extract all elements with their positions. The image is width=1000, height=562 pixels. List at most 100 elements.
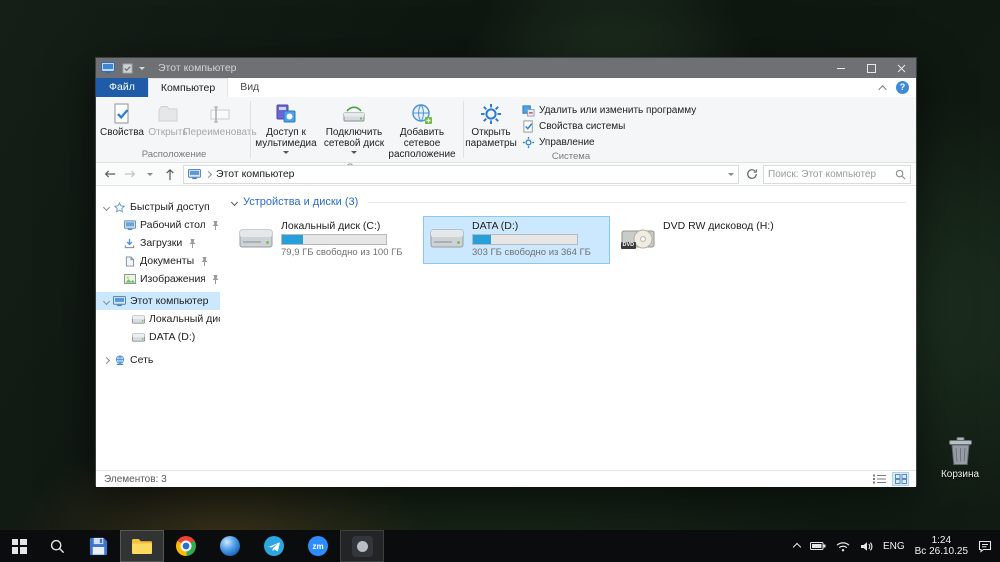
disk-d-label: DATA (D:) [149,331,196,343]
taskbar-app-floppy[interactable] [76,530,120,562]
refresh-icon[interactable] [743,165,761,183]
media-access-label: Доступ к мультимедиа [255,127,317,149]
pin-icon [211,274,220,285]
recent-locations-icon[interactable] [141,165,159,183]
ribbon-collapse-icon[interactable] [878,84,887,94]
manage-button[interactable]: Управление [519,136,699,149]
sidebar-item-documents[interactable]: Документы [96,252,220,270]
status-bar: Элементов: 3 [96,470,916,487]
pictures-icon [123,273,136,285]
clock-time: 1:24 [931,534,952,546]
sidebar-item-desktop[interactable]: Рабочий стол [96,216,220,234]
language-indicator[interactable]: ENG [883,541,905,552]
dvd-drive-icon: DVD [620,225,656,255]
open-settings-button[interactable]: Открыть параметры [465,100,517,151]
address-bar[interactable]: Этот компьютер [183,164,739,184]
ribbon-group-location: Свойства Открыть Переименовать Расположе… [99,97,257,162]
search-icon [895,169,906,180]
taskbar-app-zoom[interactable]: zm [296,530,340,562]
breadcrumb-path[interactable]: Этот компьютер [216,168,295,180]
forward-button[interactable] [121,165,139,183]
system-properties-button[interactable]: Свойства системы [519,120,699,133]
downloads-label: Загрузки [140,237,183,249]
properties-button[interactable]: Свойства [99,100,145,140]
volume-icon[interactable] [860,541,873,552]
action-center-icon[interactable] [978,540,992,553]
system-properties-icon [522,120,535,133]
devices-group-header[interactable]: Устройства и диски (3) [230,194,916,210]
tab-file[interactable]: Файл [96,78,148,97]
qat-properties-icon[interactable] [120,62,134,75]
chevron-down-icon[interactable] [102,297,111,305]
rename-label: Переименовать [183,127,257,138]
rename-button[interactable]: Переименовать [183,100,257,140]
drive-free-space: 303 ГБ свободно из 364 ГБ [472,247,591,258]
capacity-fill [473,235,491,244]
sidebar-item-quick-access[interactable]: Быстрый доступ [96,198,220,216]
floppy-icon [88,536,109,557]
system-properties-label: Свойства системы [539,121,626,132]
recycle-bin-label: Корзина [940,469,980,480]
up-button[interactable] [161,165,179,183]
taskbar-app-dark[interactable] [340,530,384,562]
back-button[interactable] [101,165,119,183]
group-collapse-icon[interactable] [230,198,239,206]
chevron-right-icon[interactable] [102,356,111,364]
disk-c-label: Локальный диск (C: [149,313,220,325]
taskbar-app-explorer[interactable] [120,530,164,562]
sidebar-item-pictures[interactable]: Изображения [96,270,220,288]
drive-tile-dvd[interactable]: DVD DVD RW дисковод (H:) [614,216,801,264]
pin-icon [188,238,197,249]
qat-dropdown-icon[interactable] [139,66,145,73]
help-icon[interactable] [896,81,909,94]
manage-icon [522,136,535,149]
drive-free-space: 79,9 ГБ свободно из 100 ГБ [281,247,403,258]
recycle-bin[interactable]: Корзина [930,437,990,480]
tab-view[interactable]: Вид [228,78,271,97]
sidebar-item-downloads[interactable]: Загрузки [96,234,220,252]
network-wifi-icon[interactable] [836,541,850,552]
uninstall-program-button[interactable]: Удалить или изменить программу [519,104,699,117]
sidebar-item-network[interactable]: Сеть [96,351,220,369]
details-view-icon[interactable] [872,473,887,485]
taskbar-app-chrome[interactable] [164,530,208,562]
taskbar-search-button[interactable] [38,530,76,562]
drive-tile-c[interactable]: Локальный диск (C:) 79,9 ГБ свободно из … [232,216,419,264]
titlebar[interactable]: Этот компьютер [96,58,916,78]
taskbar-app-telegram[interactable] [252,530,296,562]
start-button[interactable] [0,530,38,562]
ribbon-group-system: Открыть параметры Удалить или изменить п… [465,97,696,162]
drive-tile-d[interactable]: DATA (D:) 303 ГБ свободно из 364 ГБ [423,216,610,264]
uninstall-label: Удалить или изменить программу [539,105,697,116]
large-icons-view-icon[interactable] [892,472,909,486]
taskbar-app-browser[interactable] [208,530,252,562]
map-drive-button[interactable]: Подключить сетевой диск [320,100,388,159]
close-button[interactable] [886,58,916,78]
media-access-button[interactable]: Доступ к мультимедиа [252,100,320,159]
telegram-icon [264,536,284,556]
downloads-icon [123,237,136,249]
desktop: Этот компьютер Файл Компьютер Вид ? Свой… [0,0,1000,562]
minimize-button[interactable] [826,58,856,78]
sidebar-item-disk-c[interactable]: Локальный диск (C: [96,310,220,328]
documents-icon [123,255,136,267]
address-dropdown-icon[interactable] [728,172,734,179]
rename-icon [208,102,232,126]
sidebar-item-disk-d[interactable]: DATA (D:) [96,328,220,346]
content-pane: Устройства и диски (3) Локальный диск (C… [220,186,916,470]
tab-computer[interactable]: Компьютер [147,78,229,97]
group-label-system: Система [551,151,591,162]
search-box[interactable] [763,164,911,184]
sidebar-item-this-pc[interactable]: Этот компьютер [96,292,220,310]
ribbon: Свойства Открыть Переименовать Расположе… [96,97,916,173]
add-network-location-button[interactable]: Добавить сетевое расположение [388,100,456,162]
ribbon-separator [250,101,251,158]
dark-app-icon [351,535,373,557]
battery-icon[interactable] [809,541,826,551]
maximize-button[interactable] [856,58,886,78]
hidden-icons-chevron-icon[interactable] [792,542,802,552]
chevron-down-icon[interactable] [102,203,111,211]
quick-access-star-icon [113,201,126,213]
search-input[interactable] [768,168,895,180]
clock[interactable]: 1:24 Вс 26.10.25 [915,535,968,558]
